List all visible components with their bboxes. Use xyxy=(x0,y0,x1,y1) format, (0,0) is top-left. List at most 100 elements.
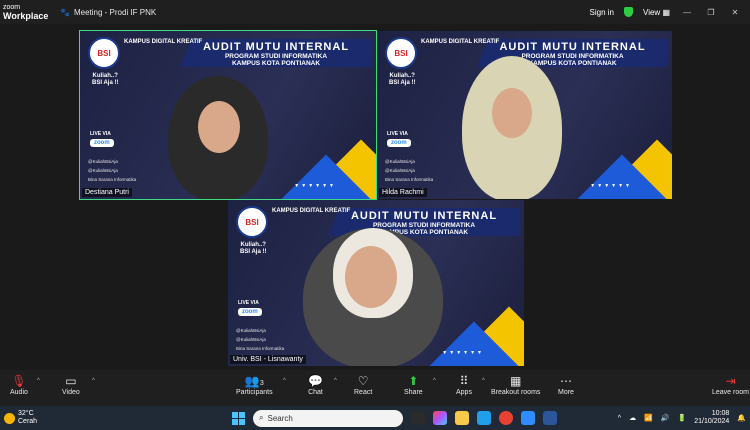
chat-label: Chat xyxy=(308,389,323,396)
leave-icon: ⇥ xyxy=(725,374,736,388)
participant-tile-1[interactable]: AUDIT MUTU INTERNAL PROGRAM STUDI INFORM… xyxy=(79,30,377,200)
chat-button[interactable]: 💬 Chat xyxy=(308,373,323,396)
university-logo: BSI xyxy=(88,37,120,69)
participants-label: Participants xyxy=(236,389,273,396)
university-logo: BSI xyxy=(385,37,417,69)
share-caret[interactable]: ^ xyxy=(433,378,436,384)
apps-button[interactable]: ⠿ Apps xyxy=(456,373,472,396)
social-facebook: Bina Sarana Informatika xyxy=(385,177,434,182)
taskbar-search[interactable]: ⌕ Search xyxy=(253,409,403,427)
meeting-toolbar: 🎙 Audio ^ ▭ Video ^ 👥3 Participants ^ 💬 … xyxy=(0,370,750,406)
social-instagram: @KuliahBsiAja xyxy=(385,168,415,173)
apps-icon: ⠿ xyxy=(459,374,469,388)
participant-name-tag: Destiana Putri xyxy=(82,188,132,197)
live-via-text: LIVE VIA xyxy=(387,131,408,137)
copilot-icon[interactable] xyxy=(433,411,447,425)
leave-room-button[interactable]: ⇥ Leave room xyxy=(712,373,749,396)
slide-dots: ▼▼▼▼▼▼ xyxy=(294,183,336,189)
participant-name-tag: Univ. BSI - Lisnawanty xyxy=(230,355,306,364)
more-button[interactable]: ⋯ More xyxy=(558,373,574,396)
slide-dots: ▼▼▼▼▼▼ xyxy=(442,350,484,356)
heart-icon: ♡ xyxy=(357,374,369,388)
file-explorer-icon[interactable] xyxy=(455,411,469,425)
chrome-icon[interactable] xyxy=(499,411,513,425)
social-facebook: Bina Sarana Informatika xyxy=(236,346,285,351)
bsi-line: BSI Aja !! xyxy=(92,80,119,86)
edge-icon[interactable] xyxy=(477,411,491,425)
zoom-app-icon[interactable] xyxy=(521,411,535,425)
zoom-pill: zoom xyxy=(238,308,262,316)
react-button[interactable]: ♡ React xyxy=(354,373,372,396)
slide-dots: ▼▼▼▼▼▼ xyxy=(590,183,632,189)
react-label: React xyxy=(354,389,373,396)
participant-name-tag: Hilda Rachmi xyxy=(379,188,427,197)
apps-caret[interactable]: ^ xyxy=(482,378,485,384)
word-icon[interactable] xyxy=(543,411,557,425)
slide-title: AUDIT MUTU INTERNAL xyxy=(350,210,498,222)
system-tray: ^ ☁ 📶 🔊 🔋 10:08 21/10/2024 🔔 xyxy=(618,410,746,426)
view-label: View xyxy=(643,7,661,17)
start-windows-icon[interactable] xyxy=(232,411,245,425)
paw-icon: 🐾 xyxy=(60,7,70,17)
participant-tile-3[interactable]: AUDIT MUTU INTERNAL PROGRAM STUDI INFORM… xyxy=(228,200,524,366)
signin-button[interactable]: Sign in xyxy=(590,8,614,17)
onedrive-cloud-icon[interactable]: ☁ xyxy=(629,414,636,422)
brand-line2: Workplace xyxy=(3,11,49,21)
kampus-text: KAMPUS DIGITAL KREATIF xyxy=(124,39,203,45)
security-shield-icon[interactable] xyxy=(624,7,633,17)
weather-temp: 32°C xyxy=(18,410,34,417)
wifi-icon[interactable]: 📶 xyxy=(644,414,653,422)
kuliah-line: Kuliah..? xyxy=(240,242,266,248)
kuliah-line: Kuliah..? xyxy=(92,73,118,79)
breakout-label: Breakout rooms xyxy=(491,389,541,396)
volume-icon[interactable]: 🔊 xyxy=(661,414,670,422)
chevron-up-icon[interactable]: ^ xyxy=(618,415,621,422)
audio-options-caret[interactable]: ^ xyxy=(37,378,40,384)
slide-banner: AUDIT MUTU INTERNAL PROGRAM STUDI INFORM… xyxy=(180,39,372,67)
zoom-pill: zoom xyxy=(387,139,411,147)
sun-icon xyxy=(4,412,15,424)
live-via-text: LIVE VIA xyxy=(90,131,111,137)
mic-muted-icon: 🎙 xyxy=(11,374,27,388)
weather-widget[interactable]: 32°C Cerah xyxy=(0,410,70,426)
clock-date: 21/10/2024 xyxy=(694,418,730,425)
participant-tile-2[interactable]: AUDIT MUTU INTERNAL PROGRAM STUDI INFORM… xyxy=(377,31,672,199)
leave-label: Leave room xyxy=(712,389,749,396)
participants-button[interactable]: 👥3 Participants xyxy=(236,373,273,396)
social-list: @KuliahBsiAja @KuliahBsiAja Bina Sarana … xyxy=(236,326,284,353)
audio-button[interactable]: 🎙 Audio xyxy=(10,373,28,396)
kuliah-text: Kuliah..? BSI Aja !! xyxy=(92,73,118,87)
slide-title: AUDIT MUTU INTERNAL xyxy=(202,41,350,53)
kuliah-text: Kuliah..? BSI Aja !! xyxy=(389,73,415,87)
zoom-pill: zoom xyxy=(90,139,114,147)
breakout-grid-icon: ▦ xyxy=(510,374,522,388)
university-logo: BSI xyxy=(236,206,268,238)
share-label: Share xyxy=(404,389,423,396)
task-view-icon[interactable] xyxy=(411,411,425,425)
video-options-caret[interactable]: ^ xyxy=(92,378,95,384)
chat-caret[interactable]: ^ xyxy=(334,378,337,384)
breakout-rooms-button[interactable]: ▦ Breakout rooms xyxy=(491,373,540,396)
battery-icon[interactable]: 🔋 xyxy=(678,414,687,422)
live-via-text: LIVE VIA xyxy=(238,300,259,306)
camera-icon: ▭ xyxy=(65,374,77,388)
social-twitter: @KuliahBsiAja xyxy=(236,328,266,333)
notification-bell-icon[interactable]: 🔔 xyxy=(737,414,746,422)
apps-label: Apps xyxy=(456,389,472,396)
restore-icon[interactable]: ❐ xyxy=(704,8,718,17)
chat-icon: 💬 xyxy=(308,374,323,388)
participants-caret[interactable]: ^ xyxy=(283,378,286,384)
kampus-text: KAMPUS DIGITAL KREATIF xyxy=(421,39,500,45)
view-button[interactable]: View ▦ xyxy=(643,8,670,17)
clock[interactable]: 10:08 21/10/2024 xyxy=(694,410,729,426)
video-label: Video xyxy=(62,389,80,396)
video-button[interactable]: ▭ Video xyxy=(62,373,80,396)
close-icon[interactable]: ✕ xyxy=(728,8,742,17)
social-instagram: @KuliahBsiAja xyxy=(88,168,118,173)
clock-time: 10:08 xyxy=(711,410,730,417)
view-grid-icon: ▦ xyxy=(662,7,670,17)
audio-label: Audio xyxy=(10,389,28,396)
share-button[interactable]: ⬆ Share xyxy=(404,373,423,396)
slide-subtitle-1: PROGRAM STUDI INFORMATIKA xyxy=(224,53,328,60)
minimize-icon[interactable]: — xyxy=(680,8,694,17)
